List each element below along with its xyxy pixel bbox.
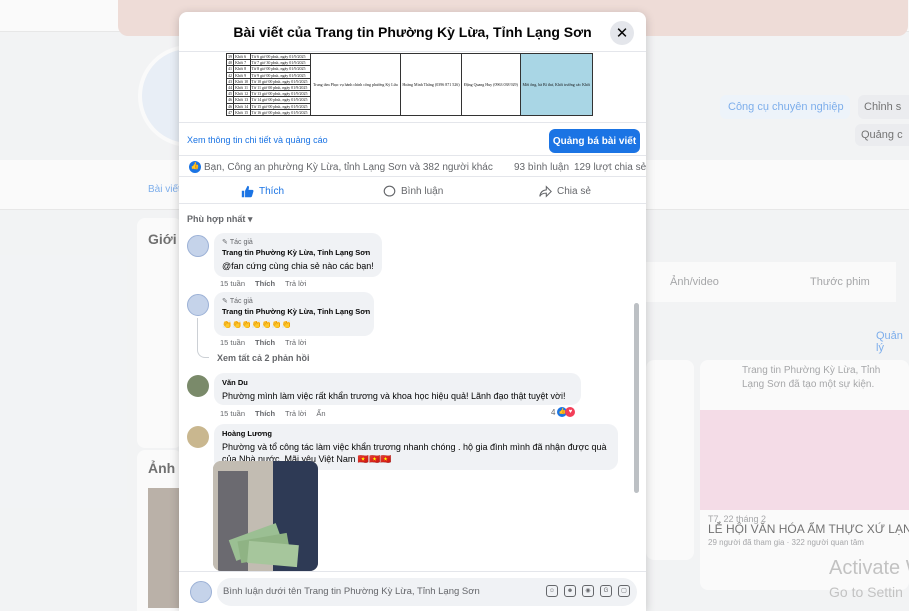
share-label: Chia sẻ — [557, 186, 591, 197]
post-modal: Bài viết của Trang tin Phường Kỳ Lừa, Tỉ… — [179, 12, 646, 611]
emoji-icon[interactable]: ☻ — [564, 585, 576, 597]
close-button[interactable]: ✕ — [610, 21, 634, 45]
sticker-icon[interactable]: ▢ — [618, 585, 630, 597]
comment-like-link[interactable]: Thích — [255, 409, 275, 418]
like-button[interactable]: Thích — [241, 185, 284, 198]
table-cell: Khối 12 — [233, 90, 251, 98]
table-cell: Khối 14 — [233, 102, 251, 110]
heart-reaction-icon: ♥ — [565, 407, 576, 417]
share-arrow-icon — [539, 185, 552, 198]
author-badge: ✎ Tác giả — [222, 297, 253, 306]
comment-like-link[interactable]: Thích — [255, 338, 275, 347]
modal-header: Bài viết của Trang tin Phường Kỳ Lừa, Tỉ… — [179, 12, 646, 52]
table-cell: Từ 16 giờ 00 phút, ngày 01/9/2025 — [249, 108, 311, 117]
post-stats: 👍 Bạn, Công an phường Kỳ Lừa, tỉnh Lạng … — [179, 157, 646, 175]
table-cell: Khối 15 — [233, 108, 251, 117]
boost-post-button[interactable]: Quảng bá bài viết — [549, 129, 640, 153]
comment-photo[interactable] — [213, 461, 318, 571]
avatar[interactable] — [187, 294, 209, 316]
table-cell: Từ 8 giờ 00 phút, ngày 01/9/2025 — [249, 65, 311, 73]
share-button[interactable]: Chia sẻ — [539, 185, 591, 198]
share-count[interactable]: 129 lượt chia sẻ — [574, 162, 646, 173]
comment-hide-link[interactable]: Ẩn — [316, 409, 325, 418]
like-reaction-icon: 👍 — [189, 161, 201, 173]
like-label: Thích — [259, 186, 285, 197]
comment-sort-dropdown[interactable]: Phù hợp nhất ▾ — [187, 214, 252, 225]
view-insights-link[interactable]: Xem thông tin chi tiết và quảng cáo — [187, 135, 328, 145]
table-cell: Từ 14 giờ 00 phút, ngày 01/9/2025 — [249, 96, 311, 104]
comment-bubble: ✎ Tác giả Trang tin Phường Kỳ Lừa, Tỉnh L… — [214, 292, 374, 336]
comment-bubble-icon — [383, 185, 396, 197]
table-cell: Từ 11 giờ 00 phút, ngày 01/9/2025 — [249, 83, 311, 92]
comment-text: Phường mình làm việc rất khẩn trương và … — [222, 391, 566, 401]
comment-text: 👏👏👏👏👏👏👏 — [222, 320, 292, 329]
thread-connector — [197, 318, 209, 358]
table-cell: 47 — [225, 108, 235, 117]
comment-button[interactable]: Bình luận — [383, 185, 443, 198]
table-cell: Khối 13 — [233, 96, 251, 104]
table-row: 39 Khối 6 Từ 6 giờ 00 phút, ngày 01/9/2025… — [225, 53, 594, 116]
avatar[interactable] — [187, 426, 209, 448]
sort-label: Phù hợp nhất — [187, 214, 246, 224]
modal-scrollbar[interactable] — [634, 303, 639, 493]
table-cell: Khối 10 — [233, 77, 251, 85]
table-cell: Hoàng Minh Thắng (0396 871 526) — [399, 53, 463, 116]
comment-meta: 15 tuần Thích Trả lời Ẩn — [220, 409, 326, 418]
reactions-summary[interactable]: Bạn, Công an phường Kỳ Lừa, tỉnh Lạng Sơ… — [204, 162, 493, 173]
photo-content — [213, 461, 318, 571]
schedule-table: 39 Khối 6 Từ 6 giờ 00 phút, ngày 01/9/2025… — [225, 53, 594, 117]
table-cell: Trung tâm Phục vụ hành chính công phường… — [309, 53, 401, 116]
comment-author[interactable]: Trang tin Phường Kỳ Lừa, Tỉnh Lạng Sơn — [222, 248, 374, 257]
composer-tools: ☺ ☻ ◉ G ▢ — [546, 585, 630, 597]
table-cell: Từ 13 giờ 00 phút, ngày 01/9/2025 — [249, 90, 311, 98]
avatar[interactable] — [187, 235, 209, 257]
comment-like-link[interactable]: Thích — [255, 279, 275, 288]
post-image[interactable]: 39 Khối 6 Từ 6 giờ 00 phút, ngày 01/9/2025… — [225, 53, 594, 117]
comment-bubble: Văn Du Phường mình làm việc rất khẩn trư… — [214, 373, 581, 405]
comment-time[interactable]: 15 tuần — [220, 279, 245, 288]
comment-count[interactable]: 93 bình luận — [514, 162, 569, 173]
camera-icon[interactable]: ◉ — [582, 585, 594, 597]
reaction-count: 4 — [551, 407, 556, 417]
table-cell: Từ 10 giờ 00 phút, ngày 01/9/2025 — [249, 77, 311, 85]
comment-time[interactable]: 15 tuần — [220, 338, 245, 347]
comment-reply-link[interactable]: Trả lời — [285, 279, 306, 288]
comment-reply-link[interactable]: Trả lời — [285, 409, 306, 418]
comment-label: Bình luận — [401, 186, 444, 197]
comment-composer: Bình luận dưới tên Trang tin Phường Kỳ L… — [179, 571, 646, 611]
modal-title: Bài viết của Trang tin Phường Kỳ Lừa, Tỉ… — [233, 24, 592, 40]
view-replies-link[interactable]: Xem tất cả 2 phản hồi — [217, 353, 310, 363]
comment-text: @fan cứng cùng chia sẻ nào các bạn! — [222, 261, 374, 271]
pencil-icon: ✎ — [222, 298, 228, 305]
table-cell: Từ 15 giờ 00 phút, ngày 01/9/2025 — [249, 102, 311, 110]
thumbs-up-icon — [241, 185, 254, 198]
avatar-sticker-icon[interactable]: ☺ — [546, 585, 558, 597]
comment-meta: 15 tuần Thích Trả lời — [220, 279, 306, 288]
close-icon: ✕ — [615, 25, 629, 42]
table-cell: Khối 11 — [233, 83, 251, 92]
comment-reactions[interactable]: 4 👍 ♥ — [551, 407, 576, 417]
post-actions: Thích Bình luận Chia sẻ — [179, 176, 646, 204]
gif-icon[interactable]: G — [600, 585, 612, 597]
table-cell: Từ 9 giờ 00 phút, ngày 01/9/2025 — [249, 71, 311, 79]
table-cell: Mời ông, bà Bí thư, Khối trưởng các Khối — [519, 53, 594, 116]
comment-meta: 15 tuần Thích Trả lời — [220, 338, 306, 347]
comment-author[interactable]: Hoàng Lương — [222, 429, 610, 438]
comment-time[interactable]: 15 tuần — [220, 409, 245, 418]
comment-bubble: ✎ Tác giả Trang tin Phường Kỳ Lừa, Tỉnh L… — [214, 233, 382, 277]
author-badge: ✎ Tác giả — [222, 238, 253, 247]
promotion-row: Xem thông tin chi tiết và quảng cáo Quản… — [179, 122, 646, 156]
table-cell: Từ 6 giờ 00 phút, ngày 01/9/2025 — [249, 53, 311, 61]
comment-reply-link[interactable]: Trả lời — [285, 338, 306, 347]
avatar[interactable] — [187, 375, 209, 397]
pencil-icon: ✎ — [222, 239, 228, 246]
comment-author[interactable]: Văn Du — [222, 378, 573, 387]
chevron-down-icon: ▾ — [247, 214, 253, 224]
avatar[interactable] — [190, 581, 212, 603]
modal-body: 39 Khối 6 Từ 6 giờ 00 phút, ngày 01/9/2025… — [179, 53, 646, 571]
comment-author[interactable]: Trang tin Phường Kỳ Lừa, Tỉnh Lạng Sơn — [222, 307, 370, 316]
table-cell: Từ 7 giờ 30 phút, ngày 01/9/2025 — [249, 59, 311, 67]
table-cell: Đặng Quang Huy (0963 038 929) — [461, 53, 521, 116]
